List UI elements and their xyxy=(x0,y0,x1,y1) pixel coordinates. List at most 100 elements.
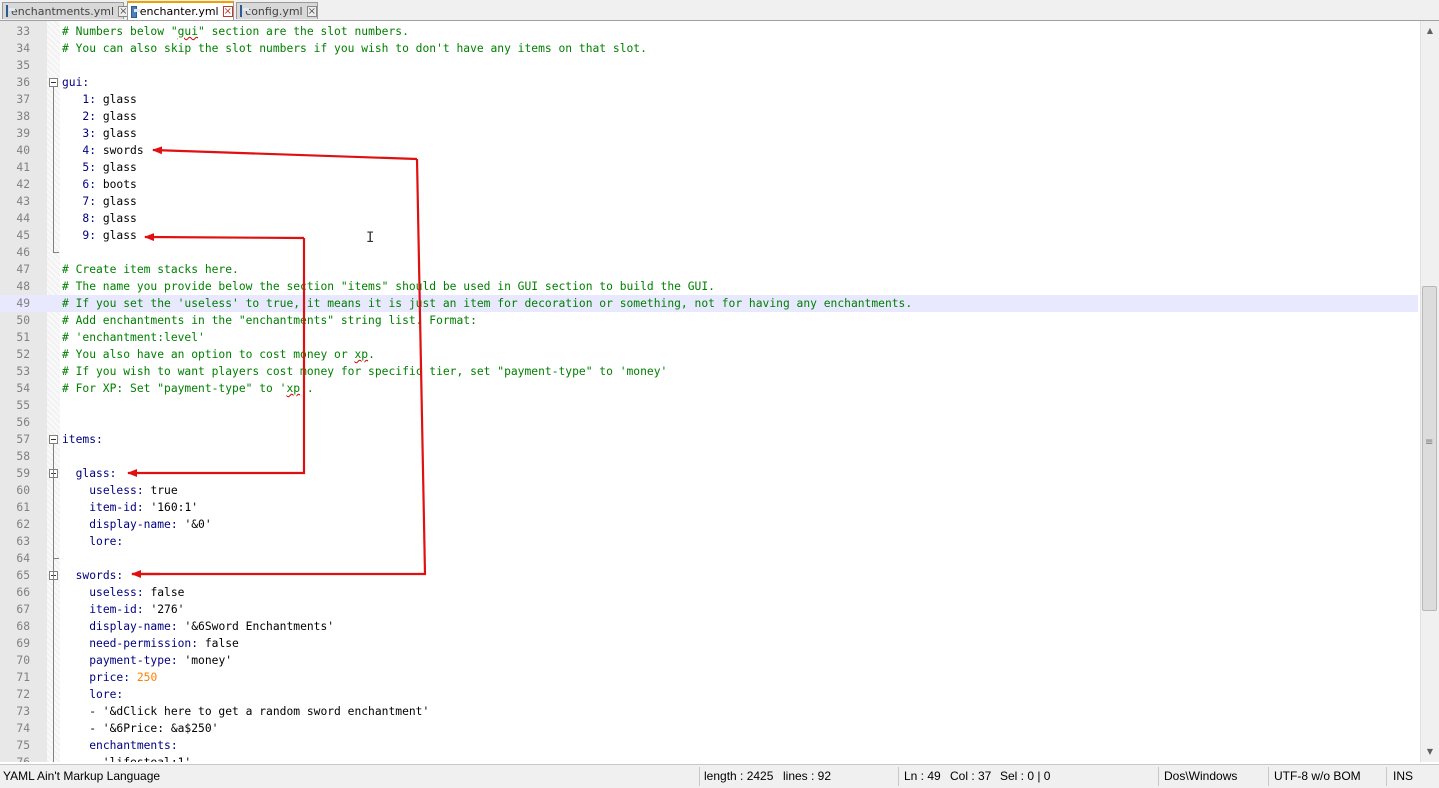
file-save-icon xyxy=(6,5,15,17)
code-line[interactable]: 34 # You can also skip the slot numbers i… xyxy=(0,40,1418,57)
scroll-down-icon[interactable]: ▼ xyxy=(1422,743,1438,759)
code-line[interactable]: 39 3: glass xyxy=(0,125,1418,142)
code-line[interactable]: 51 # 'enchantment:level' xyxy=(0,329,1418,346)
code-text: enchantments: xyxy=(62,737,178,754)
code-line[interactable]: 42 6: boots xyxy=(0,176,1418,193)
code-line[interactable]: 73 - '&dClick here to get a random sword… xyxy=(0,703,1418,720)
code-line[interactable]: 43 7: glass xyxy=(0,193,1418,210)
code-line[interactable]: 45 9: glass xyxy=(0,227,1418,244)
code-line[interactable]: 76 - 'lifesteal:1' xyxy=(0,754,1418,762)
line-number: 38 xyxy=(16,110,30,123)
status-eol-format: Dos\Windows xyxy=(1164,769,1238,783)
close-tab-icon[interactable]: × xyxy=(306,5,317,17)
value-text: glass xyxy=(96,229,137,242)
tab-config-yml[interactable]: config.yml × xyxy=(236,2,318,19)
yaml-key: display-name: xyxy=(89,620,178,633)
code-line[interactable]: 44 8: glass xyxy=(0,210,1418,227)
line-number: 49 xyxy=(16,297,30,310)
status-insert-mode: INS xyxy=(1393,769,1414,783)
scrollbar-thumb[interactable] xyxy=(1422,286,1437,611)
code-line[interactable]: 50 # Add enchantments in the "enchantment… xyxy=(0,312,1418,329)
yaml-key: enchantments: xyxy=(89,739,178,752)
code-line[interactable]: 72 lore: xyxy=(0,686,1418,703)
code-text: - '&dClick here to get a random sword en… xyxy=(62,703,429,720)
code-line[interactable]: 75 enchantments: xyxy=(0,737,1418,754)
code-line[interactable]: 41 5: glass xyxy=(0,159,1418,176)
code-line[interactable]: 60 useless: true xyxy=(0,482,1418,499)
code-text: # Numbers below "gui" section are the sl… xyxy=(62,23,409,40)
code-text: 5: glass xyxy=(62,159,137,176)
code-line[interactable]: 74 - '&6Price: &a$250' xyxy=(0,720,1418,737)
code-line[interactable]: 66 useless: false xyxy=(0,584,1418,601)
status-lines: lines : 92 xyxy=(783,769,832,783)
code-line[interactable]: 61 item-id: '160:1' xyxy=(0,499,1418,516)
line-number: 34 xyxy=(16,42,30,55)
code-line[interactable]: 59 glass: xyxy=(0,465,1418,482)
code-line[interactable]: 53 # If you wish to want players cost mon… xyxy=(0,363,1418,380)
value-text xyxy=(62,484,89,497)
code-line[interactable]: 57 items: xyxy=(0,431,1418,448)
code-line[interactable]: 52 # You also have an option to cost mone… xyxy=(0,346,1418,363)
code-line[interactable]: 65 swords: xyxy=(0,567,1418,584)
fold-toggle-icon[interactable] xyxy=(49,435,58,444)
code-line[interactable]: 69 need-permission: false xyxy=(0,635,1418,652)
value-text xyxy=(62,671,89,684)
tab-enchantments-yml[interactable]: enchantments.yml × xyxy=(2,2,129,19)
scroll-up-icon[interactable]: ▲ xyxy=(1422,22,1438,38)
vertical-scrollbar[interactable]: ▲ ▼ xyxy=(1420,21,1439,762)
code-text: 9: glass xyxy=(62,227,137,244)
comment-text: xp xyxy=(286,382,301,395)
code-line[interactable]: 36 gui: xyxy=(0,74,1418,91)
comment-text: # 'enchantment:level' xyxy=(62,331,205,344)
code-line[interactable]: 38 2: glass xyxy=(0,108,1418,125)
yaml-key: useless: xyxy=(89,586,144,599)
value-text: boots xyxy=(96,178,137,191)
code-line[interactable]: 46 xyxy=(0,244,1418,261)
code-line[interactable]: 56 xyxy=(0,414,1418,431)
value-text xyxy=(62,212,82,225)
line-number: 60 xyxy=(16,484,30,497)
value-text: 'money' xyxy=(177,654,233,667)
code-line[interactable]: 35 xyxy=(0,57,1418,74)
code-text: gui: xyxy=(62,74,89,91)
code-line[interactable]: 64 xyxy=(0,550,1418,567)
close-tab-icon[interactable]: × xyxy=(222,6,233,17)
yaml-key: 1: xyxy=(82,93,97,106)
code-line[interactable]: 70 payment-type: 'money' xyxy=(0,652,1418,669)
line-number: 73 xyxy=(16,705,30,718)
value-text: glass xyxy=(96,161,137,174)
code-line[interactable]: 54 # For XP: Set "payment-type" to 'xp'. xyxy=(0,380,1418,397)
yaml-key: display-name: xyxy=(89,518,178,531)
status-line-number: Ln : 49 xyxy=(904,769,941,783)
code-line[interactable]: 37 1: glass xyxy=(0,91,1418,108)
value-text xyxy=(62,178,82,191)
value-text: glass xyxy=(96,93,137,106)
code-line[interactable]: 33 # Numbers below "gui" section are the … xyxy=(0,23,1418,40)
code-line[interactable]: 48 # The name you provide below the secti… xyxy=(0,278,1418,295)
code-editor[interactable]: 33 # Numbers below "gui" section are the … xyxy=(0,21,1439,762)
code-text: # You also have an option to cost money … xyxy=(62,346,375,363)
comment-text: # If you set the 'useless' to true, it m… xyxy=(62,297,913,310)
tab-label: enchantments.yml xyxy=(11,4,115,18)
fold-toggle-icon[interactable] xyxy=(49,78,58,87)
code-line[interactable]: 67 item-id: '276' xyxy=(0,601,1418,618)
code-line[interactable]: 68 display-name: '&6Sword Enchantments' xyxy=(0,618,1418,635)
code-text: item-id: '276' xyxy=(62,601,184,618)
code-line[interactable]: 40 4: swords xyxy=(0,142,1418,159)
line-number: 66 xyxy=(16,586,30,599)
code-text: 3: glass xyxy=(62,125,136,142)
code-line[interactable]: 62 display-name: '&0' xyxy=(0,516,1418,533)
code-line[interactable]: 55 xyxy=(0,397,1418,414)
value-text xyxy=(62,501,89,514)
code-line[interactable]: 47 # Create item stacks here. xyxy=(0,261,1418,278)
status-column: Col : 37 xyxy=(950,769,992,783)
fold-end-marker xyxy=(53,558,59,559)
value-text: glass xyxy=(96,195,137,208)
value-text: - '&dClick here to get a random sword en… xyxy=(62,705,430,718)
code-line[interactable]: 63 lore: xyxy=(0,533,1418,550)
code-line[interactable]: 58 xyxy=(0,448,1418,465)
tab-enchanter-yml[interactable]: enchanter.yml × xyxy=(127,1,234,20)
code-line[interactable]: 71 price: 250 xyxy=(0,669,1418,686)
current-line[interactable]: 49 # If you set the 'useless' to true, it… xyxy=(0,295,1418,312)
line-number: 46 xyxy=(16,246,30,259)
